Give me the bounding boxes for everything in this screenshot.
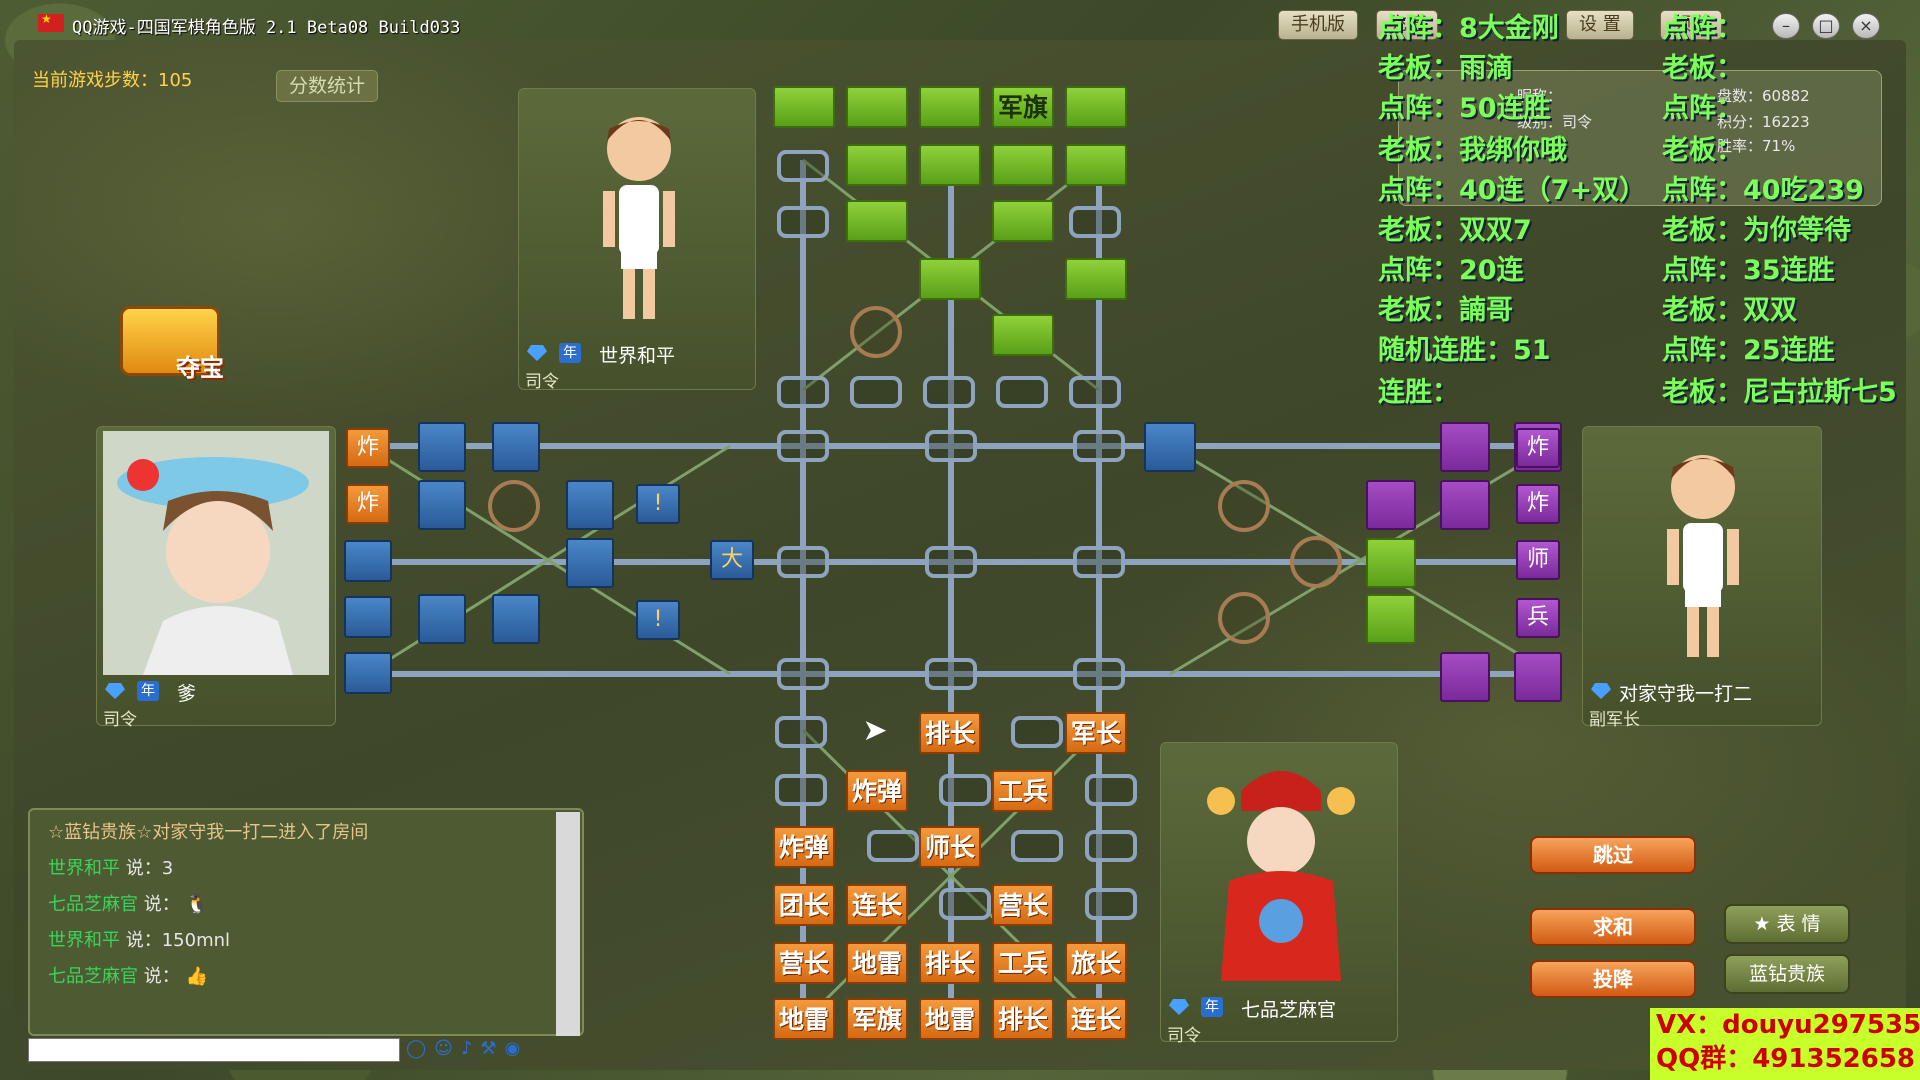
thumbs-up-icon: 👍 [185, 966, 208, 987]
chat-panel: ☆蓝钻贵族☆对家守我一打二进入了房间 世界和平 说：3 七品芝麻官 说： 🐧 世… [28, 808, 584, 1036]
overlay-line: 点阵： [1662, 13, 1743, 44]
vip-button[interactable]: 蓝钻贵族 [1724, 954, 1850, 994]
blue-diamond-icon [527, 345, 547, 361]
player-card-right[interactable]: 对家守我一打二 副军长 [1582, 426, 1822, 730]
overlay-line: 点阵：35连胜 [1662, 255, 1835, 286]
settings-button[interactable]: 设 置 [1566, 10, 1634, 40]
contact-banner: VX：douyu297535 QQ群：491352658 [1650, 1008, 1920, 1080]
qq-group: QQ群：491352658 [1656, 1044, 1916, 1074]
overlay-line: 老板：双双7 [1378, 215, 1532, 246]
china-flag-icon [38, 12, 64, 32]
vx-contact: VX：douyu297535 [1656, 1010, 1920, 1040]
step-count: 105 [158, 70, 193, 91]
overlay-line: 点阵：40吃239 [1662, 175, 1864, 206]
chat-message: 七品芝麻官 说： 👍 [48, 966, 208, 987]
blue-diamond-icon [1169, 999, 1189, 1015]
player-card-left[interactable]: 年 爹 司令 [96, 426, 336, 730]
speech-icon[interactable]: ◯ [406, 1038, 434, 1059]
overlay-line: 老板： [1662, 53, 1743, 84]
overlay-line: 老板：我绑你哦 [1378, 135, 1567, 166]
blue-diamond-icon [105, 683, 125, 699]
score-stats-button[interactable]: 分数统计 [276, 70, 379, 102]
year-badge-icon: 年 [1201, 997, 1223, 1017]
step-label-text: 当前游戏步数： [32, 70, 158, 91]
skip-button[interactable]: 跳过 [1530, 836, 1696, 874]
blue-diamond-icon [1591, 683, 1611, 699]
chat-scrollbar[interactable] [556, 812, 580, 1036]
minimize-icon[interactable]: – [1772, 13, 1800, 39]
avatar-bottom [1207, 771, 1355, 981]
draw-button[interactable]: 求和 [1530, 908, 1696, 946]
overlay-line: 老板：雨滴 [1378, 53, 1513, 84]
player-right-name: 对家守我一打二 [1619, 683, 1753, 705]
overlay-line: 点阵： [1662, 93, 1743, 124]
chat-message: 七品芝麻官 说： 🐧 [48, 894, 208, 915]
emote-button[interactable]: ★ 表 情 [1724, 904, 1850, 944]
mobile-button[interactable]: 手机版 [1278, 10, 1358, 40]
window-title: QQ游戏-四国军棋角色版 2.1 Beta08 Build033 [72, 18, 461, 38]
star-icon: ★ [1753, 913, 1771, 935]
penguin-emoji-icon: 🐧 [185, 894, 208, 915]
qq-icon[interactable]: ◉ [505, 1038, 529, 1059]
step-counter: 当前游戏步数：105 [32, 66, 192, 92]
overlay-line: 随机连胜：51 [1378, 335, 1551, 366]
player-left-rank: 司令 [103, 710, 137, 730]
overlay-line: 老板： [1662, 135, 1743, 166]
avatar-right [1667, 455, 1739, 657]
overlay-line: 点阵：50连胜 [1378, 93, 1551, 124]
overlay-line: 点阵：20连 [1378, 255, 1524, 286]
overlay-line: 点阵：8大金刚 [1378, 13, 1559, 44]
player-top-name: 世界和平 [599, 345, 676, 367]
player-card-top[interactable]: 年 世界和平 司令 [518, 88, 756, 392]
year-badge-icon: 年 [137, 681, 159, 701]
overlay-line: 老板：諵哥 [1378, 295, 1513, 326]
overlay-line: 点阵：25连胜 [1662, 335, 1835, 366]
wrench-icon[interactable]: ⚒ [480, 1038, 504, 1059]
overlay-line: 连胜： [1378, 377, 1459, 408]
close-icon[interactable]: × [1852, 13, 1880, 39]
player-right-rank: 副军长 [1589, 710, 1640, 730]
overlay-line: 老板：尼古拉斯七5 [1662, 377, 1897, 408]
title-bar: QQ游戏-四国军棋角色版 2.1 Beta08 Build033 手机版 充值 … [0, 0, 1920, 46]
chat-input[interactable] [28, 1038, 400, 1062]
chat-message: 世界和平 说：150mnl [48, 930, 231, 951]
overlay-line: 点阵：40连（7+双） [1378, 175, 1646, 206]
year-badge-icon: 年 [559, 343, 581, 363]
chat-message: ☆蓝钻贵族☆对家守我一打二进入了房间 [48, 822, 369, 843]
player-left-name: 爹 [177, 683, 197, 705]
player-card-bottom[interactable]: 年 七品芝麻官 司令 [1160, 742, 1398, 1046]
player-top-rank: 司令 [525, 372, 559, 392]
chat-message: 世界和平 说：3 [48, 858, 174, 879]
speaker-icon[interactable]: ♪ [461, 1038, 481, 1059]
smiley-icon[interactable]: ☺ [434, 1038, 461, 1059]
treasure-chest[interactable]: 夺宝 [112, 296, 242, 392]
treasure-label: 夺宝 [176, 354, 224, 382]
player-bottom-rank: 司令 [1167, 1026, 1201, 1046]
chat-toolbar[interactable]: ◯☺♪⚒◉ [406, 1038, 528, 1062]
avatar-top [603, 117, 675, 319]
surrender-button[interactable]: 投降 [1530, 960, 1696, 998]
avatar-left [103, 431, 329, 675]
maximize-icon[interactable]: □ [1812, 13, 1840, 39]
player-bottom-name: 七品芝麻官 [1241, 999, 1337, 1021]
overlay-line: 老板：双双 [1662, 295, 1797, 326]
overlay-line: 老板：为你等待 [1662, 215, 1851, 246]
